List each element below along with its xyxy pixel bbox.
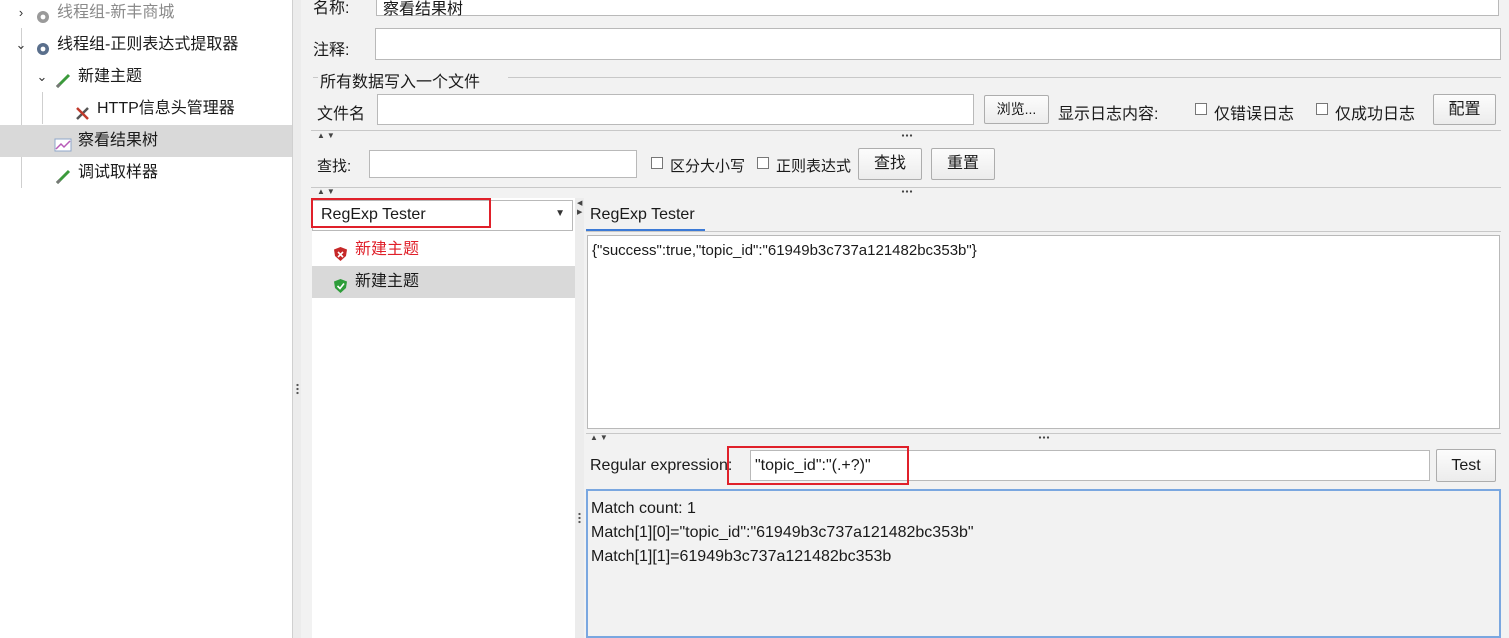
match-group-0-line: Match[1][0]="topic_id":"61949b3c737a1214…	[591, 524, 974, 541]
success-only-label: 仅成功日志	[1335, 106, 1416, 123]
tab-regexp-tester[interactable]: RegExp Tester	[586, 202, 705, 232]
sample-label: 新建主题	[355, 273, 420, 290]
group-border	[508, 77, 1501, 78]
case-sensitive-label: 区分大小写	[670, 158, 746, 175]
tree-item-view-results-tree[interactable]: 察看结果树	[0, 125, 292, 157]
splitter-grip[interactable]	[296, 383, 299, 395]
splitter-grip[interactable]	[578, 512, 581, 524]
tree-item-label: 线程组-新丰商城	[57, 4, 175, 21]
splitter-grip[interactable]	[901, 190, 913, 193]
tab-label: RegExp Tester	[590, 206, 695, 223]
errors-only-label: 仅错误日志	[1214, 106, 1295, 123]
shield-check-icon	[333, 274, 348, 306]
results-splitter[interactable]	[575, 198, 584, 638]
tree-item-http-header-manager[interactable]: HTTP信息头管理器	[0, 93, 292, 125]
tree-item-label: 调试取样器	[78, 164, 159, 181]
pipette-icon	[54, 69, 72, 89]
tree-item-label: 新建主题	[78, 68, 143, 85]
file-group-title: 所有数据写入一个文件	[320, 74, 481, 91]
log-content-label: 显示日志内容:	[1058, 106, 1159, 123]
splitter-grip[interactable]	[901, 134, 913, 137]
search-input[interactable]	[369, 150, 637, 178]
browse-button[interactable]: 浏览...	[984, 95, 1049, 124]
tree-item-label: 察看结果树	[78, 132, 159, 149]
reset-button[interactable]: 重置	[931, 148, 995, 180]
pipette-icon	[54, 165, 72, 185]
response-text: {"success":true,"topic_id":"61949b3c737a…	[592, 242, 977, 259]
chevron-down-icon[interactable]: ⌄	[14, 29, 28, 61]
collapse-arrows-icon[interactable]: ▲▼	[317, 131, 337, 140]
test-plan-tree[interactable]: › 线程组-新丰商城 ⌄ 线程组-正则表达式提取器 ⌄ 新建主题 HTTP信息头…	[0, 0, 292, 638]
filename-label: 文件名	[317, 106, 366, 123]
name-value: 察看结果树	[383, 1, 464, 18]
group-border	[313, 77, 318, 78]
chevron-down-icon[interactable]: ⌄	[35, 61, 49, 93]
tree-item-label: HTTP信息头管理器	[97, 100, 235, 117]
tree-item-thread-group-xinfeng[interactable]: › 线程组-新丰商城	[0, 0, 292, 29]
match-output-area[interactable]: Match count: 1 Match[1][0]="topic_id":"6…	[586, 489, 1501, 638]
tree-item-label: 线程组-正则表达式提取器	[57, 36, 239, 53]
match-count-line: Match count: 1	[591, 500, 696, 517]
tree-item-debug-sampler[interactable]: 调试取样器	[0, 157, 292, 189]
highlight-box	[727, 446, 909, 485]
errors-only-checkbox[interactable]	[1195, 103, 1207, 115]
gear-icon	[34, 37, 52, 55]
name-field[interactable]: 察看结果树	[376, 0, 1499, 18]
filename-field[interactable]	[377, 94, 974, 125]
left-splitter[interactable]	[292, 0, 301, 638]
comment-field[interactable]	[375, 28, 1501, 60]
dropdown-arrow-icon[interactable]: ▼	[555, 208, 565, 219]
regex-checkbox[interactable]	[757, 157, 769, 169]
chart-icon	[54, 133, 72, 152]
splitter-line	[311, 130, 1501, 131]
tab-border	[586, 231, 1501, 232]
collapse-arrows-icon[interactable]: ▲▼	[590, 433, 610, 442]
tree-item-thread-group-regex[interactable]: ⌄ 线程组-正则表达式提取器	[0, 29, 292, 61]
sample-label: 新建主题	[355, 241, 420, 258]
gear-icon	[34, 5, 52, 23]
collapse-left-icon[interactable]: ◀	[577, 199, 582, 207]
comment-label: 注释:	[313, 42, 350, 59]
match-group-1-line: Match[1][1]=61949b3c737a121482bc353b	[591, 548, 892, 565]
success-only-checkbox[interactable]	[1316, 103, 1328, 115]
case-sensitive-checkbox[interactable]	[651, 157, 663, 169]
regex-expression-label: Regular expression:	[590, 457, 733, 474]
regex-label: 正则表达式	[776, 158, 852, 175]
name-label: 名称:	[313, 0, 350, 17]
tree-item-new-topic[interactable]: ⌄ 新建主题	[0, 61, 292, 93]
configure-button[interactable]: 配置	[1433, 94, 1496, 125]
collapse-right-icon[interactable]: ▶	[577, 208, 582, 216]
sample-row-error[interactable]: 新建主题	[312, 234, 575, 266]
splitter-line	[586, 433, 1501, 434]
splitter-line	[311, 187, 1501, 188]
sample-row-success[interactable]: 新建主题	[312, 266, 575, 298]
find-button[interactable]: 查找	[858, 148, 922, 180]
test-button[interactable]: Test	[1436, 449, 1496, 482]
highlight-box	[311, 198, 491, 228]
search-label: 查找:	[317, 158, 352, 175]
tools-icon	[74, 101, 92, 120]
collapse-arrows-icon[interactable]: ▲▼	[317, 187, 337, 196]
response-text-area[interactable]: {"success":true,"topic_id":"61949b3c737a…	[587, 235, 1500, 429]
chevron-right-icon[interactable]: ›	[14, 0, 28, 29]
splitter-grip[interactable]	[1038, 436, 1050, 439]
